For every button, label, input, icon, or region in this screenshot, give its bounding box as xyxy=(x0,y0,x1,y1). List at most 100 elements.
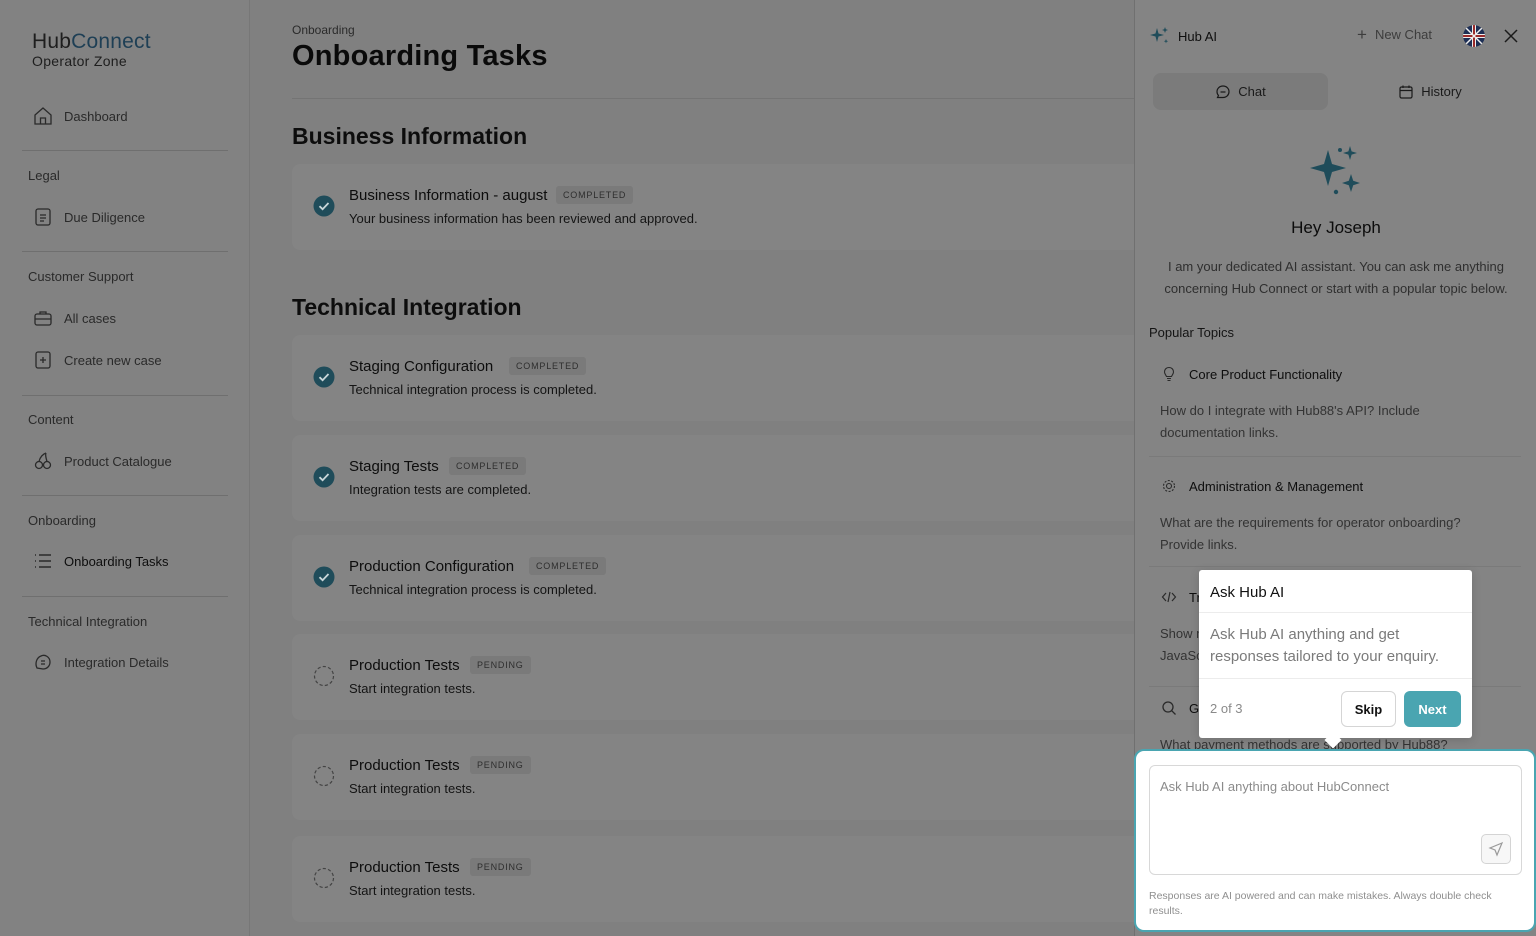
home-icon xyxy=(32,105,54,127)
status-badge: COMPLETED xyxy=(509,357,587,375)
search-icon xyxy=(1162,701,1176,715)
task-card[interactable]: Production Tests PENDING Start integration… xyxy=(292,836,1134,922)
pending-circle-icon xyxy=(313,665,335,687)
nav-section-content: Content xyxy=(28,412,74,427)
topic-title: Core Product Functionality xyxy=(1189,366,1343,382)
greeting: Hey Joseph xyxy=(1291,218,1381,237)
new-chat-label: New Chat xyxy=(1374,27,1433,42)
divider xyxy=(22,395,228,396)
logo[interactable]: HubConnect Operator Zone xyxy=(32,30,151,70)
page-title: Onboarding Tasks xyxy=(292,40,548,72)
logo-connect: Connect xyxy=(71,30,151,53)
pending-circle-icon xyxy=(313,867,335,889)
tour-title: Ask Hub AI xyxy=(1210,584,1285,601)
sidebar-item-product-catalogue[interactable]: Product Catalogue xyxy=(32,449,172,473)
status-badge: PENDING xyxy=(470,756,531,774)
task-card[interactable]: Business Information - august COMPLETED Yo… xyxy=(292,164,1134,250)
tour-popover: Ask Hub AI Ask Hub AI anything and get r… xyxy=(1199,570,1472,749)
task-description: Technical integration process is complet… xyxy=(349,382,597,397)
task-title: Production Tests xyxy=(349,859,460,876)
sidebar-item-label: Create new case xyxy=(64,352,162,368)
check-circle-icon xyxy=(313,566,335,588)
skip-button[interactable]: Skip xyxy=(1341,691,1396,727)
divider xyxy=(22,596,228,597)
panel-title: Hub AI xyxy=(1178,29,1218,44)
ai-disclaimer: Responses are AI powered and can make mi… xyxy=(1149,890,1492,917)
task-description: Start integration tests. xyxy=(349,681,476,696)
divider xyxy=(22,150,228,151)
task-card[interactable]: Production Tests PENDING Start integration… xyxy=(292,734,1134,820)
sidebar-item-due-diligence[interactable]: Due Diligence xyxy=(32,205,145,229)
topic-administration[interactable]: Administration & Management What are the… xyxy=(1149,478,1521,578)
divider xyxy=(1149,566,1521,567)
tour-body: Ask Hub AI anything and get responses ta… xyxy=(1210,626,1440,665)
topic-question[interactable]: How do I integrate with Hub88's API? Inc… xyxy=(1160,400,1500,444)
sidebar-item-all-cases[interactable]: All cases xyxy=(32,306,116,330)
chat-bubble-icon xyxy=(1216,84,1230,98)
next-button[interactable]: Next xyxy=(1404,691,1461,727)
section-title-business: Business Information xyxy=(292,123,528,149)
sidebar-item-label: Due Diligence xyxy=(64,209,145,225)
sidebar-item-create-new-case[interactable]: Create new case xyxy=(32,348,162,372)
sparkles-icon xyxy=(1306,142,1366,202)
divider xyxy=(292,98,1134,99)
status-badge: PENDING xyxy=(470,858,531,876)
code-icon xyxy=(1161,591,1177,603)
send-button[interactable] xyxy=(1481,834,1511,864)
breadcrumb[interactable]: Onboarding xyxy=(292,23,355,37)
tab-label: History xyxy=(1421,84,1462,99)
task-description: Technical integration process is complet… xyxy=(349,582,597,597)
divider xyxy=(1149,456,1521,457)
pending-circle-icon xyxy=(313,765,335,787)
send-icon xyxy=(1488,841,1504,857)
task-description: Start integration tests. xyxy=(349,781,476,796)
list-icon xyxy=(32,550,54,572)
calendar-icon xyxy=(1399,85,1413,99)
popular-topics-heading: Popular Topics xyxy=(1149,325,1235,340)
plug-icon xyxy=(32,651,54,673)
status-badge: COMPLETED xyxy=(529,557,607,575)
tab-label: Chat xyxy=(1238,84,1266,99)
chat-input[interactable]: Ask Hub AI anything about HubConnect xyxy=(1149,765,1522,875)
new-chat-button[interactable]: + New Chat xyxy=(1357,24,1433,44)
sidebar-item-label: Product Catalogue xyxy=(64,453,172,469)
topic-title: Administration & Management xyxy=(1189,478,1364,494)
sidebar-item-label: Dashboard xyxy=(64,108,128,124)
section-title-technical: Technical Integration xyxy=(292,294,522,320)
status-badge: COMPLETED xyxy=(556,186,634,204)
task-description: Your business information has been revie… xyxy=(349,211,698,226)
logo-subtitle: Operator Zone xyxy=(32,53,127,69)
task-card[interactable]: Staging Configuration COMPLETED Technical … xyxy=(292,335,1134,421)
topic-title: G xyxy=(1189,700,1200,716)
task-card[interactable]: Production Configuration COMPLETED Technic… xyxy=(292,535,1134,621)
task-title: Staging Tests xyxy=(349,458,439,475)
nav-section-legal: Legal xyxy=(28,168,60,183)
tab-chat[interactable]: Chat xyxy=(1153,73,1328,110)
task-description: Start integration tests. xyxy=(349,883,476,898)
chat-input-placeholder: Ask Hub AI anything about HubConnect xyxy=(1160,779,1390,794)
task-card[interactable]: Staging Tests COMPLETED Integration tests … xyxy=(292,435,1134,521)
main-content: Onboarding Onboarding Tasks Business Inf… xyxy=(250,0,1134,936)
close-icon[interactable] xyxy=(1501,26,1521,46)
language-flag-icon[interactable] xyxy=(1463,25,1485,47)
status-badge: COMPLETED xyxy=(449,457,527,475)
intro-text: I am your dedicated AI assistant. You ca… xyxy=(1164,259,1508,296)
task-title: Production Tests xyxy=(349,657,460,674)
document-icon xyxy=(32,206,54,228)
tab-history[interactable]: History xyxy=(1343,73,1517,110)
briefcase-icon xyxy=(32,307,54,329)
chat-composer: Ask Hub AI anything about HubConnect Res… xyxy=(1134,749,1536,932)
topic-core-product[interactable]: Core Product Functionality How do I inte… xyxy=(1149,366,1521,466)
sidebar: HubConnect Operator Zone Dashboard Legal… xyxy=(0,0,250,936)
file-plus-icon xyxy=(32,349,54,371)
sidebar-item-onboarding-tasks[interactable]: Onboarding Tasks xyxy=(32,549,169,573)
nav-section-onboarding: Onboarding xyxy=(28,513,96,528)
task-card[interactable]: Production Tests PENDING Start integration… xyxy=(292,634,1134,720)
divider xyxy=(1199,612,1472,613)
plus-icon: + xyxy=(1357,24,1367,44)
sidebar-item-dashboard[interactable]: Dashboard xyxy=(32,104,128,128)
sidebar-item-label: Integration Details xyxy=(64,654,169,670)
gear-icon xyxy=(1162,479,1176,493)
sidebar-item-integration-details[interactable]: Integration Details xyxy=(32,650,169,674)
topic-question[interactable]: What are the requirements for operator o… xyxy=(1160,512,1500,556)
